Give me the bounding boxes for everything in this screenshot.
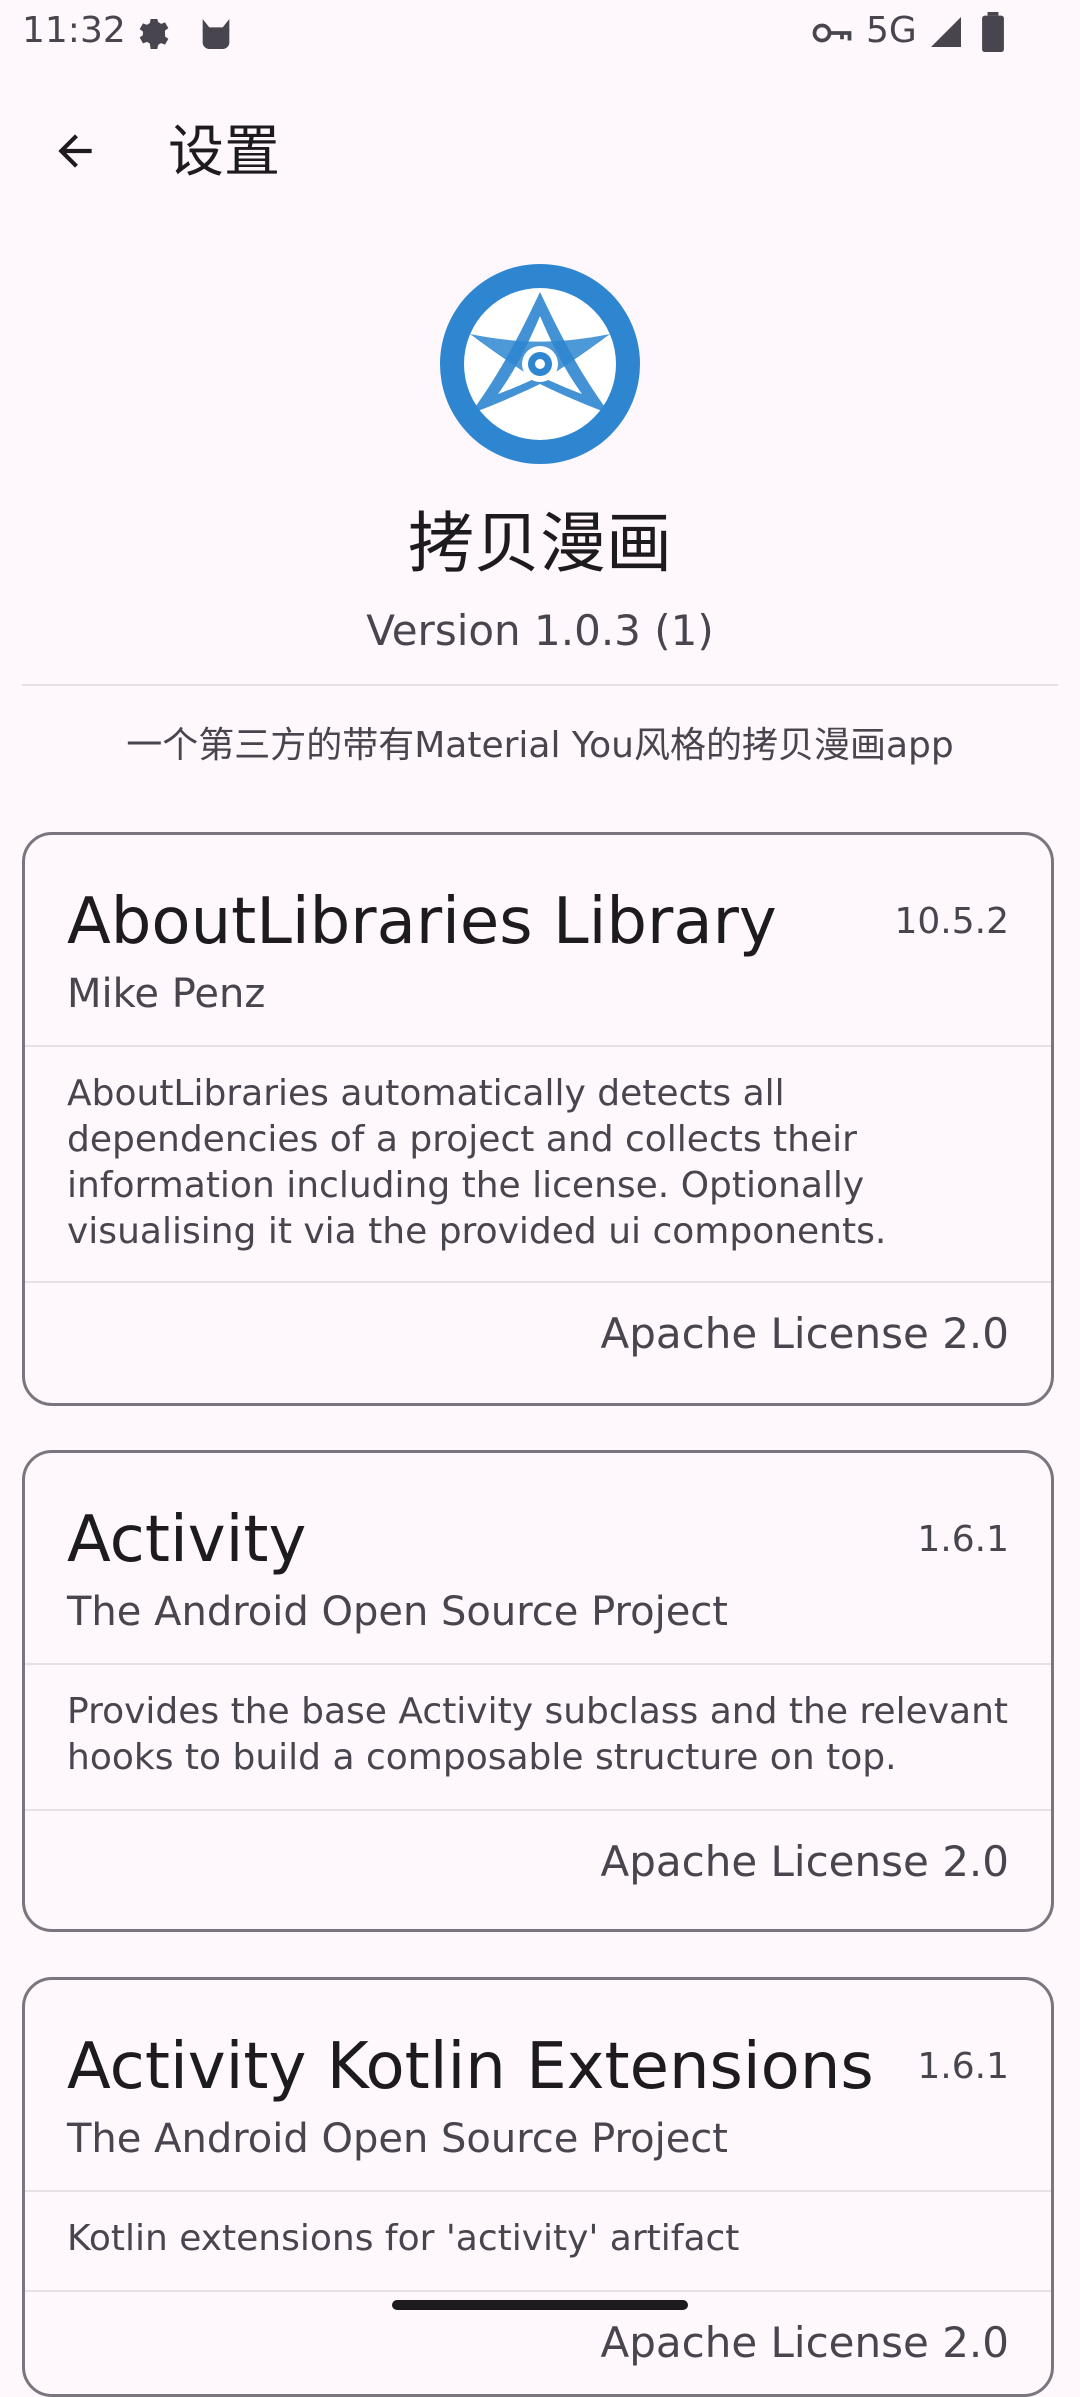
page-title: 设置	[168, 120, 280, 185]
library-version: 1.6.1	[917, 1519, 1009, 1560]
divider	[22, 684, 1058, 686]
card-divider	[25, 1045, 1051, 1047]
status-bar: 11:32 5G	[0, 0, 1080, 66]
library-description: AboutLibraries automatically detects all…	[67, 1073, 887, 1252]
library-license[interactable]: Apache License 2.0	[600, 2318, 1009, 2367]
library-author: The Android Open Source Project	[67, 2116, 728, 2162]
library-license[interactable]: Apache License 2.0	[600, 1309, 1009, 1358]
library-card-aboutlibraries[interactable]: AboutLibraries Library 10.5.2 Mike Penz …	[22, 832, 1054, 1406]
library-description: Provides the base Activity subclass and …	[67, 1691, 1009, 1778]
settings-gear-icon	[134, 14, 174, 58]
library-author: Mike Penz	[67, 971, 266, 1017]
app-logo	[440, 264, 640, 464]
top-app-bar: 设置	[0, 100, 1080, 210]
library-card-activity-kotlin-extensions[interactable]: Activity Kotlin Extensions 1.6.1 The And…	[22, 1977, 1054, 2397]
network-type: 5G	[866, 10, 917, 51]
app-version: Version 1.0.3 (1)	[366, 606, 714, 655]
library-version: 1.6.1	[917, 2046, 1009, 2087]
card-divider	[25, 1809, 1051, 1811]
library-card-activity[interactable]: Activity 1.6.1 The Android Open Source P…	[22, 1450, 1054, 1932]
library-author: The Android Open Source Project	[67, 1589, 728, 1635]
gesture-nav-handle[interactable]	[392, 2300, 688, 2310]
library-name: AboutLibraries Library	[67, 885, 777, 959]
app-name: 拷贝漫画	[408, 505, 672, 582]
back-button[interactable]	[42, 118, 108, 184]
arrow-back-icon	[58, 134, 92, 168]
library-name: Activity	[67, 1503, 307, 1577]
library-description: Kotlin extensions for 'activity' artifac…	[67, 2218, 740, 2259]
card-divider	[25, 1281, 1051, 1283]
signal-icon	[928, 14, 964, 54]
card-divider	[25, 2190, 1051, 2192]
status-time: 11:32	[22, 10, 126, 51]
library-name: Activity Kotlin Extensions	[67, 2030, 874, 2104]
library-version: 10.5.2	[894, 901, 1009, 942]
cat-icon	[196, 14, 236, 58]
battery-icon	[982, 12, 1004, 56]
app-description: 一个第三方的带有Material You风格的拷贝漫画app	[126, 725, 954, 766]
card-divider	[25, 2290, 1051, 2292]
vpn-key-icon	[812, 18, 852, 52]
card-divider	[25, 1663, 1051, 1665]
library-license[interactable]: Apache License 2.0	[600, 1837, 1009, 1886]
